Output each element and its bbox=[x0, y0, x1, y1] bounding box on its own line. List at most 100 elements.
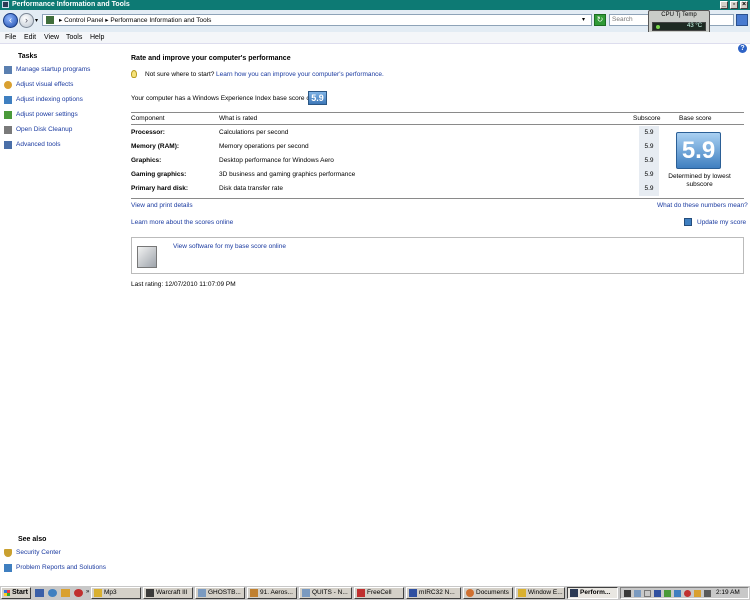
task-label: Adjust power settings bbox=[16, 111, 78, 118]
component-name: Memory (RAM): bbox=[131, 143, 180, 150]
windows-flag-icon bbox=[4, 590, 10, 596]
table-row: Gaming graphics: 3D business and gaming … bbox=[131, 168, 659, 182]
close-button[interactable]: × bbox=[740, 1, 748, 9]
view-software-link[interactable]: View software for my base score online bbox=[173, 243, 286, 250]
taskbar-button-performance[interactable]: Perform... bbox=[567, 587, 618, 599]
cpu-temp-gadget[interactable]: CPU Tj Temp 43 °C bbox=[648, 10, 710, 34]
taskbar-button-label: mIRC32 N... bbox=[419, 589, 455, 596]
component-name: Processor: bbox=[131, 129, 165, 136]
title-bar: Performance Information and Tools _ ▫ × bbox=[0, 0, 750, 10]
determined-by-text: Determined by lowest subscore bbox=[668, 173, 731, 188]
software-panel: View software for my base score online bbox=[131, 237, 744, 274]
table-row: Memory (RAM): Memory operations per seco… bbox=[131, 140, 659, 154]
taskbar-button-aeros[interactable]: 91. Aeros... bbox=[247, 587, 297, 599]
update-shield-icon bbox=[684, 218, 692, 226]
last-rating-text: Last rating: 12/07/2010 11:07:09 PM bbox=[131, 281, 236, 288]
see-also-label: Problem Reports and Solutions bbox=[16, 564, 106, 571]
refresh-button[interactable]: ↻ bbox=[594, 14, 606, 26]
document-icon bbox=[198, 589, 206, 597]
address-dropdown-icon[interactable]: ▾ bbox=[582, 16, 585, 23]
taskbar-button-window-e[interactable]: Window E... bbox=[515, 587, 565, 599]
breadcrumb: ▸ Control Panel ▸ Performance Informatio… bbox=[59, 17, 212, 24]
rated-description: Disk data transfer rate bbox=[219, 185, 283, 192]
taskbar-button-freecell[interactable]: FreeCell bbox=[354, 587, 404, 599]
firefox-icon bbox=[466, 589, 474, 597]
taskbar-button-mp3[interactable]: Mp3 bbox=[91, 587, 141, 599]
taskbar-button-mirc[interactable]: mIRC32 N... bbox=[406, 587, 461, 599]
score-table: Component What is rated Subscore Base sc… bbox=[131, 112, 744, 198]
visual-effects-icon bbox=[4, 81, 12, 89]
show-desktop-icon[interactable] bbox=[35, 589, 44, 597]
notepad-icon bbox=[302, 589, 310, 597]
component-name: Graphics: bbox=[131, 157, 162, 164]
subscore-value: 5.9 bbox=[639, 154, 659, 168]
update-my-score-link[interactable]: Update my score bbox=[697, 219, 746, 226]
taskbar-button-label: Window E... bbox=[528, 589, 563, 596]
freecell-icon bbox=[357, 589, 365, 597]
menu-bar: File Edit View Tools Help bbox=[0, 32, 750, 44]
menu-file[interactable]: File bbox=[5, 34, 16, 41]
recent-pages-dropdown[interactable]: ▾ bbox=[35, 17, 38, 24]
taskbar-button-ghostb[interactable]: GHOSTB... bbox=[195, 587, 245, 599]
see-also-heading: See also bbox=[18, 536, 47, 543]
tray-app-icon[interactable] bbox=[634, 590, 641, 597]
tray-app-icon[interactable] bbox=[664, 590, 671, 597]
tray-app-icon[interactable] bbox=[694, 590, 701, 597]
minimize-button[interactable]: _ bbox=[720, 1, 728, 9]
taskbar-button-label: GHOSTB... bbox=[208, 589, 241, 596]
taskbar-button-label: Perform... bbox=[580, 589, 611, 596]
what-do-numbers-mean-link[interactable]: What do these numbers mean? bbox=[657, 202, 748, 209]
learn-how-link[interactable]: Learn how you can improve your computer'… bbox=[216, 71, 384, 78]
table-row: Processor: Calculations per second 5.9 bbox=[131, 126, 659, 140]
table-header: Component What is rated Subscore Base sc… bbox=[131, 112, 744, 125]
menu-view[interactable]: View bbox=[44, 34, 59, 41]
tray-app-icon[interactable] bbox=[624, 590, 631, 597]
taskbar-button-label: Documents bbox=[476, 589, 509, 596]
start-button[interactable]: Start bbox=[1, 587, 31, 599]
taskbar-button-documents[interactable]: Documents bbox=[463, 587, 513, 599]
menu-edit[interactable]: Edit bbox=[24, 34, 36, 41]
search-button[interactable] bbox=[736, 14, 748, 26]
lightbulb-icon bbox=[131, 70, 137, 78]
forward-button[interactable]: › bbox=[19, 13, 34, 28]
learn-more-scores-link[interactable]: Learn more about the scores online bbox=[131, 219, 233, 226]
shield-icon bbox=[4, 549, 12, 557]
status-led-icon bbox=[656, 25, 660, 29]
subscore-value: 5.9 bbox=[639, 168, 659, 182]
experience-index-text: Your computer has a Windows Experience I… bbox=[131, 95, 312, 102]
back-button[interactable]: ‹ bbox=[3, 13, 18, 28]
volume-icon[interactable] bbox=[704, 590, 711, 597]
gadget-temperature: 43 °C bbox=[687, 23, 703, 29]
clock[interactable]: 2:19 AM bbox=[716, 589, 740, 596]
internet-explorer-icon[interactable] bbox=[48, 589, 57, 597]
address-bar[interactable]: ▸ Control Panel ▸ Performance Informatio… bbox=[42, 14, 592, 26]
disk-cleanup-icon bbox=[4, 126, 12, 134]
subscore-value: 5.9 bbox=[639, 126, 659, 140]
start-label: Start bbox=[12, 589, 28, 596]
tray-app-icon[interactable] bbox=[684, 590, 691, 597]
taskbar-button-quits[interactable]: QUITS - N... bbox=[299, 587, 352, 599]
page-title: Rate and improve your computer's perform… bbox=[131, 55, 291, 62]
view-print-details-link[interactable]: View and print details bbox=[131, 202, 193, 209]
component-name: Primary hard disk: bbox=[131, 185, 189, 192]
media-player-icon[interactable] bbox=[74, 589, 83, 597]
col-base-score: Base score bbox=[679, 115, 712, 122]
network-icon[interactable] bbox=[674, 590, 681, 597]
menu-tools[interactable]: Tools bbox=[66, 34, 82, 41]
folder-icon[interactable] bbox=[61, 589, 70, 597]
shield-icon[interactable] bbox=[644, 590, 651, 597]
not-sure-text: Not sure where to start? bbox=[145, 71, 215, 78]
taskbar-button-label: 91. Aeros... bbox=[260, 589, 293, 596]
taskbar-button-warcraft[interactable]: Warcraft III bbox=[143, 587, 193, 599]
help-icon[interactable]: ? bbox=[738, 44, 747, 53]
menu-help[interactable]: Help bbox=[90, 34, 104, 41]
tray-app-icon[interactable] bbox=[654, 590, 661, 597]
gadget-display: 43 °C bbox=[652, 22, 706, 31]
maximize-button[interactable]: ▫ bbox=[730, 1, 738, 9]
base-score-badge: 5.9 bbox=[676, 132, 721, 169]
taskbar-button-label: Mp3 bbox=[104, 589, 117, 596]
startup-icon bbox=[4, 66, 12, 74]
folder-icon bbox=[518, 589, 526, 597]
problem-reports-icon bbox=[4, 564, 12, 572]
software-box-icon bbox=[137, 246, 157, 268]
